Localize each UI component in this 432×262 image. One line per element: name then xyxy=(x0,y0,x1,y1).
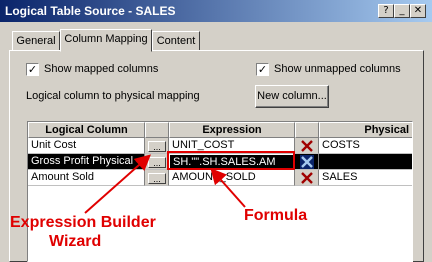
mapping-label: Logical column to physical mapping xyxy=(26,90,200,102)
delete-mapping-icon[interactable] xyxy=(300,139,314,153)
show-mapped-label: Show mapped columns xyxy=(44,63,159,75)
annotation-expression-builder: Expression Builder xyxy=(10,214,156,231)
title-bar: Logical Table Source - SALES ? _ ✕ xyxy=(0,0,432,22)
physical-cell[interactable]: COSTS xyxy=(319,138,412,154)
logical-column-cell[interactable]: Unit Cost xyxy=(28,138,145,154)
minimize-button[interactable]: _ xyxy=(394,4,410,18)
physical-cell[interactable]: SALES xyxy=(319,170,412,186)
expression-builder-button[interactable]: ... xyxy=(148,157,166,168)
expression-builder-button[interactable]: ... xyxy=(148,173,166,184)
help-button[interactable]: ? xyxy=(378,4,394,18)
logical-column-cell[interactable]: Amount Sold xyxy=(28,170,145,186)
logical-column-cell[interactable]: Gross Profit Physical xyxy=(28,154,145,170)
physical-cell[interactable] xyxy=(319,154,412,170)
show-unmapped-label: Show unmapped columns xyxy=(274,63,401,75)
annotation-formula: Formula xyxy=(244,207,308,224)
header-logical-column[interactable]: Logical Column xyxy=(28,122,145,138)
tab-column-mapping[interactable]: Column Mapping xyxy=(60,29,152,52)
tab-content[interactable]: Content xyxy=(152,31,200,51)
header-expression[interactable]: Expression xyxy=(169,122,295,138)
expression-builder-button[interactable]: ... xyxy=(148,141,166,152)
delete-mapping-icon[interactable] xyxy=(300,155,314,169)
header-builder xyxy=(145,122,169,138)
new-column-button[interactable]: New column... xyxy=(255,85,329,108)
tab-general[interactable]: General xyxy=(12,31,60,51)
header-physical[interactable]: Physical xyxy=(319,122,412,138)
annotation-wizard: Wizard xyxy=(49,233,102,250)
window-title: Logical Table Source - SALES xyxy=(5,4,176,18)
header-delete xyxy=(295,122,319,138)
formula-highlight-box xyxy=(167,151,295,170)
show-mapped-checkbox[interactable]: ✓ xyxy=(26,63,39,76)
delete-mapping-icon[interactable] xyxy=(300,171,314,185)
close-button[interactable]: ✕ xyxy=(410,4,426,18)
show-unmapped-checkbox[interactable]: ✓ xyxy=(256,63,269,76)
expression-cell[interactable]: AMOUNT_SOLD xyxy=(169,170,295,186)
